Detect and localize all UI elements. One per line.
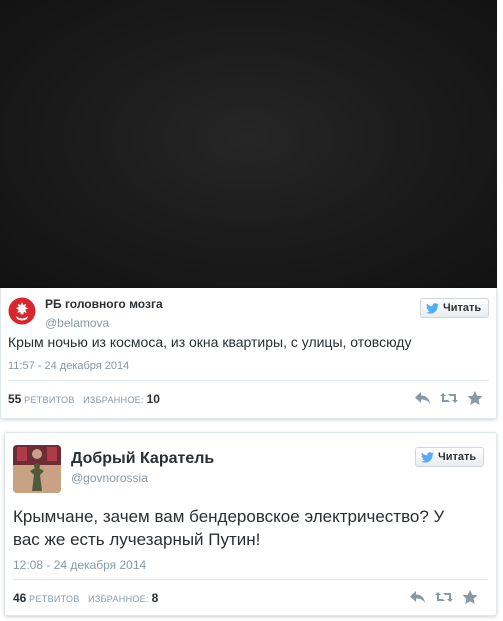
favorite-star-icon[interactable] <box>460 589 480 605</box>
embedded-tweet-1: РБ головного мозга @belamova Читать Крым… <box>0 288 497 419</box>
favorites-label[interactable]: ИЗБРАННОЕ: <box>88 594 149 604</box>
reply-icon[interactable] <box>413 390 433 406</box>
retweets-label[interactable]: РЕТВИТОВ <box>24 395 74 405</box>
author-name[interactable]: Добрый Каратель <box>71 450 214 468</box>
tweet-timestamp[interactable]: 11:57 - 24 декабря 2014 <box>8 360 129 372</box>
tweet-text-line-1: Крымчане, зачем вам бендеровское электри… <box>13 507 445 526</box>
retweet-icon[interactable] <box>434 589 454 605</box>
twitter-bird-icon <box>426 302 439 314</box>
tweet-stats: 55 РЕТВИТОВ ИЗБРАННОЕ: 10 <box>8 392 160 406</box>
soldier-avatar-icon <box>13 445 61 493</box>
tweet-text: Крымчане, зачем вам бендеровское электри… <box>13 505 444 551</box>
follow-button[interactable]: Читать <box>415 447 485 467</box>
embedded-tweet-2: Добрый Каратель @govnorossia Читать Крым… <box>4 432 497 616</box>
tweet-actions <box>413 390 485 406</box>
follow-label: Читать <box>438 451 477 463</box>
author-name[interactable]: РБ головного мозга <box>45 297 163 311</box>
reply-icon[interactable] <box>408 589 428 605</box>
tweet-actions <box>408 589 480 605</box>
author-handle[interactable]: @govnorossia <box>71 471 148 485</box>
favorite-count[interactable]: 8 <box>152 591 159 605</box>
avatar[interactable] <box>13 445 61 493</box>
tweet-timestamp[interactable]: 12:08 - 24 декабря 2014 <box>13 558 146 572</box>
coat-of-arms-avatar-icon <box>8 297 36 325</box>
favorite-count[interactable]: 10 <box>147 392 160 406</box>
retweet-count[interactable]: 55 <box>8 392 21 406</box>
tweet-text: Крым ночью из космоса, из окна квартиры,… <box>8 334 412 350</box>
favorites-label[interactable]: ИЗБРАННОЕ: <box>83 395 144 405</box>
divider <box>8 380 489 381</box>
retweets-label[interactable]: РЕТВИТОВ <box>29 594 79 604</box>
follow-label: Читать <box>443 302 482 314</box>
twitter-bird-icon <box>421 451 434 463</box>
divider <box>13 579 488 580</box>
tweet-stats: 46 РЕТВИТОВ ИЗБРАННОЕ: 8 <box>13 591 158 605</box>
favorite-star-icon[interactable] <box>465 390 485 406</box>
tweet-text-line-2: вас же есть лучезарный Путин! <box>13 530 261 549</box>
avatar[interactable] <box>8 297 36 325</box>
embedded-photo-night-sky[interactable] <box>0 0 497 288</box>
retweet-count[interactable]: 46 <box>13 591 26 605</box>
retweet-icon[interactable] <box>439 390 459 406</box>
follow-button[interactable]: Читать <box>420 298 490 318</box>
author-handle[interactable]: @belamova <box>45 316 109 330</box>
